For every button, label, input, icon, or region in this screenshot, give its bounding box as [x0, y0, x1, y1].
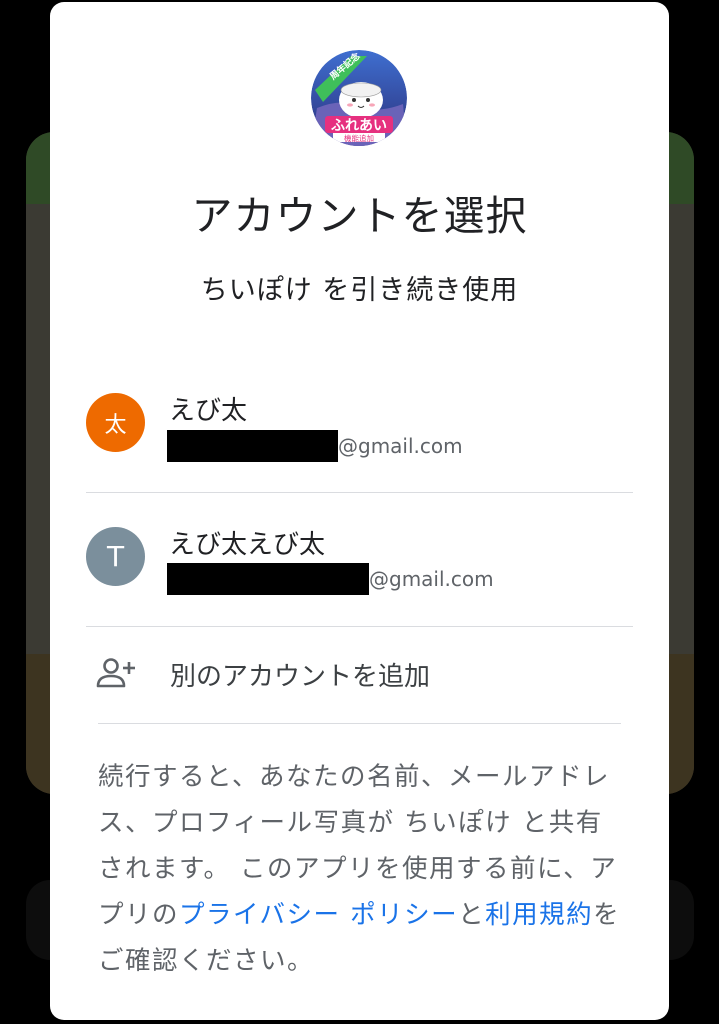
account-email: @gmail.com — [167, 563, 494, 595]
person-add-icon — [96, 656, 136, 690]
account-chooser-dialog: 周年記念 ふれあい 機能追加 アカウントを選択 ちいぽけ を引き続き使用 太 え… — [50, 2, 669, 1020]
dialog-title: アカウントを選択 — [191, 192, 528, 240]
divider — [98, 723, 621, 724]
avatar: T — [86, 527, 145, 586]
account-email: @gmail.com — [167, 430, 463, 462]
account-name: えび太 — [169, 396, 248, 426]
email-domain: @gmail.com — [338, 434, 463, 458]
redaction-bar — [167, 563, 369, 595]
terms-of-service-link[interactable]: 利用規約 — [485, 900, 593, 930]
redaction-bar — [167, 430, 338, 462]
add-account-button[interactable]: 別のアカウントを追加 — [86, 628, 633, 720]
consent-disclaimer: 続行すると、あなたの名前、メールアドレス、プロフィール写真が ちいぽけ と共有さ… — [98, 754, 621, 984]
email-domain: @gmail.com — [369, 567, 494, 591]
disclaimer-text: と — [458, 900, 486, 930]
app-logo: 周年記念 ふれあい 機能追加 — [311, 50, 407, 146]
add-account-label: 別のアカウントを追加 — [170, 662, 431, 692]
avatar-initial: 太 — [104, 412, 127, 438]
logo-subtitle-text: 機能追加 — [344, 133, 374, 143]
logo-title-text: ふれあい — [331, 118, 387, 134]
account-item-2[interactable]: T えび太えび太 @gmail.com — [86, 493, 633, 625]
account-name: えび太えび太 — [169, 530, 326, 560]
avatar: 太 — [86, 393, 145, 452]
divider — [86, 626, 633, 627]
account-item-1[interactable]: 太 えび太 @gmail.com — [86, 360, 633, 492]
privacy-policy-link[interactable]: プライバシー ポリシー — [179, 900, 458, 930]
dialog-subtitle: ちいぽけ を引き続き使用 — [200, 275, 519, 306]
avatar-initial: T — [106, 540, 125, 573]
